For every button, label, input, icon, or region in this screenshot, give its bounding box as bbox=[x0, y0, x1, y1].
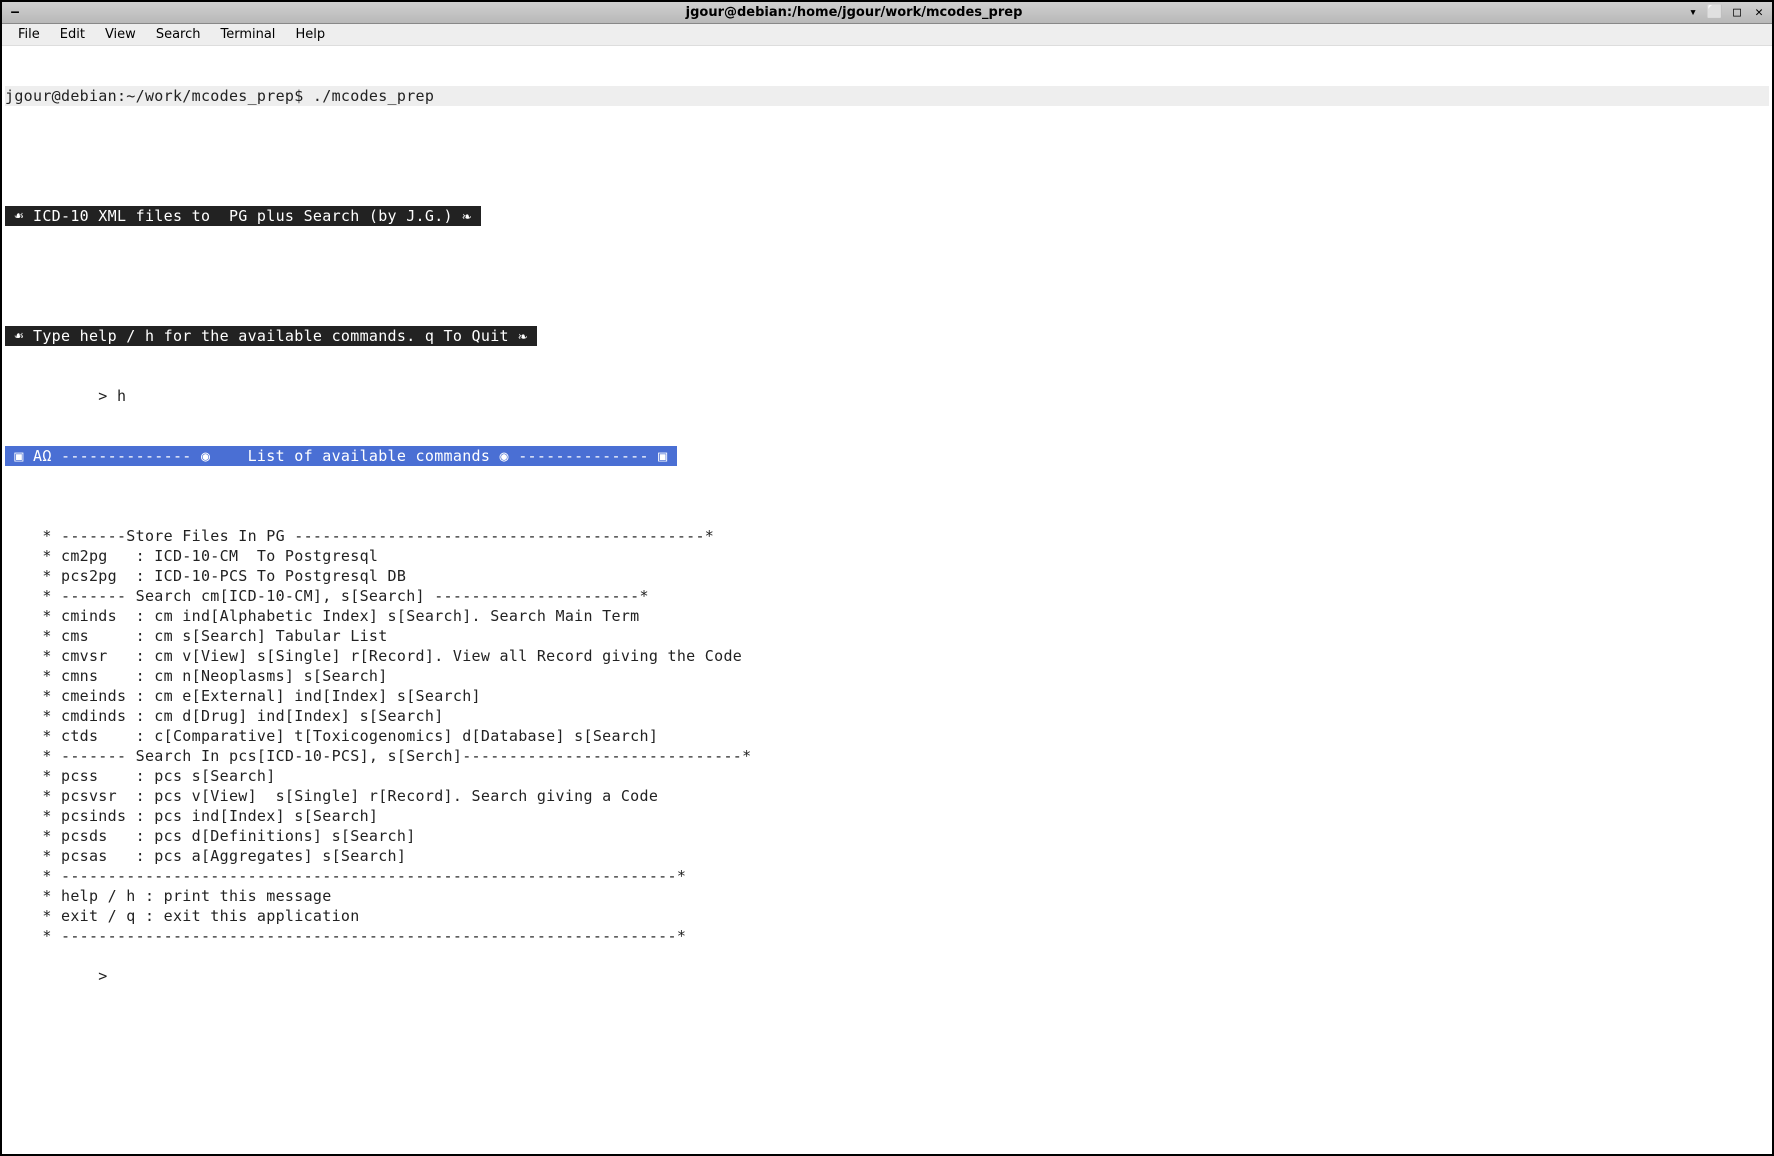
output-line: * pcsds : pcs d[Definitions] s[Search] bbox=[5, 826, 1769, 846]
window-title: jgour@debian:/home/jgour/work/mcodes_pre… bbox=[22, 5, 1686, 20]
output-line: * pcsvsr : pcs v[View] s[Single] r[Recor… bbox=[5, 786, 1769, 806]
output-line: * ctds : c[Comparative] t[Toxicogenomics… bbox=[5, 726, 1769, 746]
restore-button[interactable]: ⬜ bbox=[1708, 6, 1722, 20]
output-line: * cmvsr : cm v[View] s[Single] r[Record]… bbox=[5, 646, 1769, 666]
terminal-body[interactable]: jgour@debian:~/work/mcodes_prep$ ./mcode… bbox=[2, 46, 1772, 1006]
menu-search[interactable]: Search bbox=[146, 25, 211, 44]
output-line: * -------Store Files In PG -------------… bbox=[5, 526, 1769, 546]
maximize-button[interactable]: □ bbox=[1730, 6, 1744, 20]
output-line: * ------- Search In pcs[ICD-10-PCS], s[S… bbox=[5, 746, 1769, 766]
output-line: * cm2pg : ICD-10-CM To Postgresql bbox=[5, 546, 1769, 566]
output-line: * cms : cm s[Search] Tabular List bbox=[5, 626, 1769, 646]
menu-edit[interactable]: Edit bbox=[50, 25, 95, 44]
menu-file[interactable]: File bbox=[8, 25, 50, 44]
commands-heading: ▣ ΑΩ -------------- ◉ List of available … bbox=[5, 446, 677, 466]
menu-terminal[interactable]: Terminal bbox=[210, 25, 285, 44]
output-line: * cmns : cm n[Neoplasms] s[Search] bbox=[5, 666, 1769, 686]
menubar: File Edit View Search Terminal Help bbox=[2, 24, 1772, 46]
output-line: > bbox=[5, 966, 1769, 986]
output-line bbox=[5, 506, 1769, 526]
close-button[interactable]: ✕ bbox=[1752, 6, 1766, 20]
window-titlebar: – jgour@debian:/home/jgour/work/mcodes_p… bbox=[2, 2, 1772, 24]
output-line: * cmeinds : cm e[External] ind[Index] s[… bbox=[5, 686, 1769, 706]
output-line: * pcsas : pcs a[Aggregates] s[Search] bbox=[5, 846, 1769, 866]
menu-view[interactable]: View bbox=[95, 25, 146, 44]
banner-help: ☙ Type help / h for the available comman… bbox=[5, 326, 537, 346]
menu-help[interactable]: Help bbox=[285, 25, 335, 44]
output-line: * help / h : print this message bbox=[5, 886, 1769, 906]
output-line: * ------- Search cm[ICD-10-CM], s[Search… bbox=[5, 586, 1769, 606]
output-line: * pcsinds : pcs ind[Index] s[Search] bbox=[5, 806, 1769, 826]
output-line: * --------------------------------------… bbox=[5, 866, 1769, 886]
output-line: * cminds : cm ind[Alphabetic Index] s[Se… bbox=[5, 606, 1769, 626]
user-input-line: > h bbox=[5, 386, 1769, 406]
output-line: * --------------------------------------… bbox=[5, 926, 1769, 946]
output-line: * pcss : pcs s[Search] bbox=[5, 766, 1769, 786]
output-line: * cmdinds : cm d[Drug] ind[Index] s[Sear… bbox=[5, 706, 1769, 726]
output-line bbox=[5, 946, 1769, 966]
output-line: * pcs2pg : ICD-10-PCS To Postgresql DB bbox=[5, 566, 1769, 586]
output-line: * exit / q : exit this application bbox=[5, 906, 1769, 926]
minimize-icon[interactable]: – bbox=[8, 6, 22, 20]
collapse-button[interactable]: ▾ bbox=[1686, 6, 1700, 20]
prompt-line: jgour@debian:~/work/mcodes_prep$ ./mcode… bbox=[5, 86, 1769, 106]
banner-title: ☙ ICD-10 XML files to PG plus Search (by… bbox=[5, 206, 481, 226]
